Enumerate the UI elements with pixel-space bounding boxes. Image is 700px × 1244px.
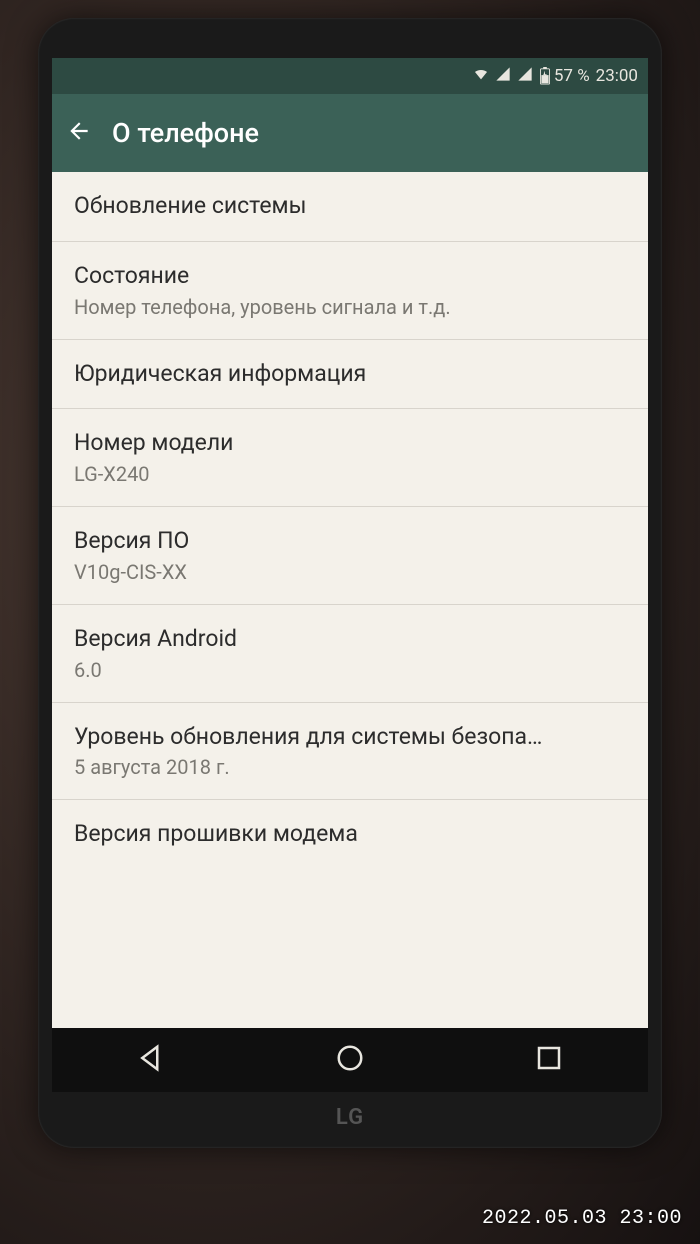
wifi-icon <box>473 66 489 87</box>
row-title: Версия ПО <box>74 527 626 556</box>
row-subtitle: LG-X240 <box>74 462 626 486</box>
row-status[interactable]: Состояние Номер телефона, уровень сигнал… <box>52 242 648 340</box>
nav-recent-button[interactable] <box>534 1043 564 1077</box>
row-title: Версия прошивки модема <box>74 820 626 849</box>
signal-icon-2 <box>517 66 533 87</box>
row-title: Номер модели <box>74 429 626 458</box>
battery-indicator: 57 % <box>539 66 590 86</box>
camera-timestamp: 2022.05.03 23:00 <box>482 1207 682 1230</box>
row-android-version[interactable]: Версия Android 6.0 <box>52 605 648 703</box>
row-title: Обновление системы <box>74 192 626 221</box>
app-bar: О телефоне <box>52 94 648 172</box>
clock: 23:00 <box>596 66 638 86</box>
back-button[interactable] <box>66 118 92 148</box>
status-bar: 57 % 23:00 <box>52 58 648 94</box>
row-software-version[interactable]: Версия ПО V10g-CIS-XX <box>52 507 648 605</box>
row-model-number[interactable]: Номер модели LG-X240 <box>52 409 648 507</box>
row-subtitle: Номер телефона, уровень сигнала и т.д. <box>74 295 626 319</box>
phone-frame: 57 % 23:00 О телефоне Обновление системы… <box>38 18 662 1148</box>
row-baseband-version[interactable]: Версия прошивки модема <box>52 800 648 855</box>
row-security-patch[interactable]: Уровень обновления для системы безопа… 5… <box>52 703 648 801</box>
nav-home-button[interactable] <box>335 1043 365 1077</box>
nav-back-button[interactable] <box>136 1043 166 1077</box>
row-legal-info[interactable]: Юридическая информация <box>52 340 648 410</box>
navigation-bar <box>52 1028 648 1092</box>
page-title: О телефоне <box>112 117 259 149</box>
phone-screen: 57 % 23:00 О телефоне Обновление системы… <box>52 58 648 1028</box>
row-title: Версия Android <box>74 625 626 654</box>
settings-list[interactable]: Обновление системы Состояние Номер телеф… <box>52 172 648 855</box>
battery-percent: 57 % <box>554 66 590 86</box>
row-subtitle: V10g-CIS-XX <box>74 560 626 584</box>
row-title: Состояние <box>74 262 626 291</box>
phone-logo: LG <box>38 1105 662 1130</box>
row-subtitle: 6.0 <box>74 658 626 682</box>
signal-icon-1 <box>495 66 511 87</box>
row-title: Уровень обновления для системы безопа… <box>74 723 626 752</box>
row-subtitle: 5 августа 2018 г. <box>74 755 626 779</box>
row-title: Юридическая информация <box>74 360 626 389</box>
row-system-update[interactable]: Обновление системы <box>52 172 648 242</box>
